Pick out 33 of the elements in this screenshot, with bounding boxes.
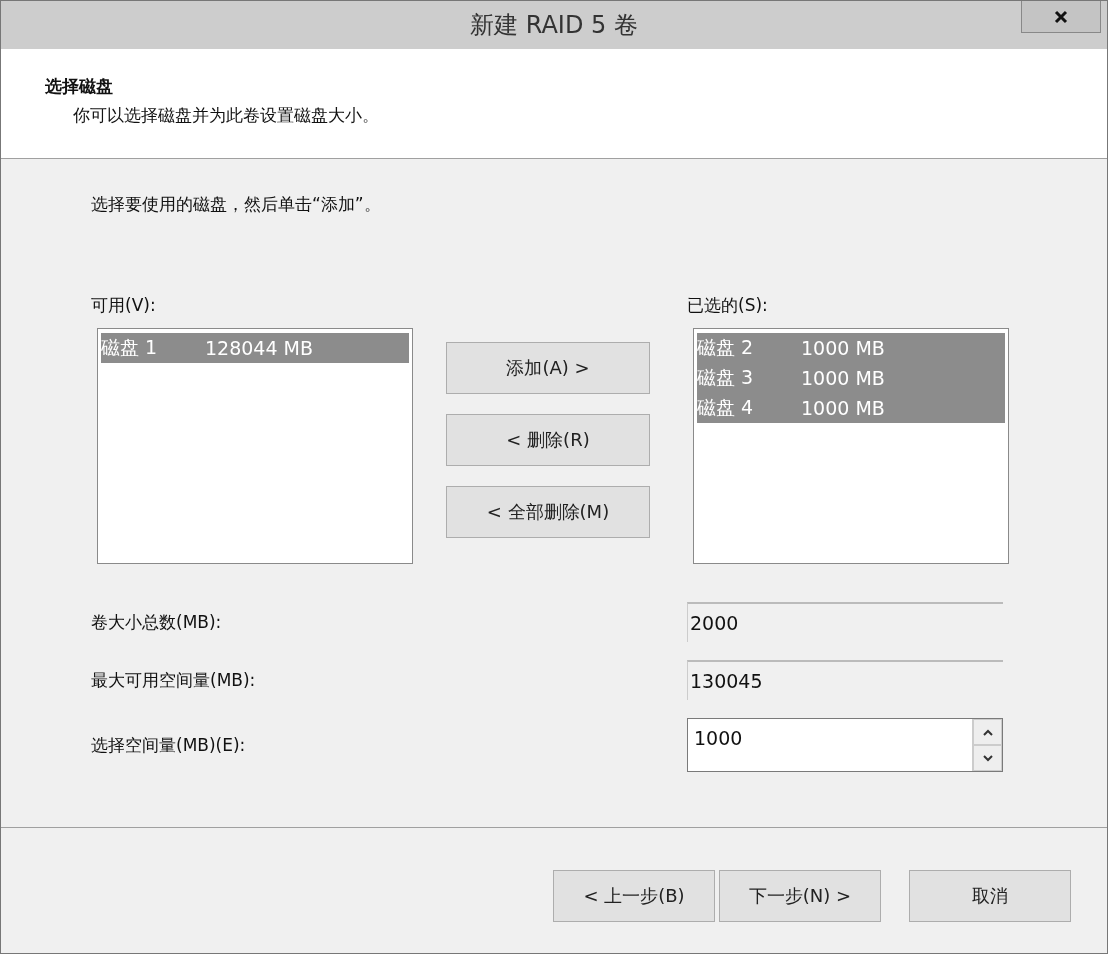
- caret-up-icon: [982, 728, 993, 736]
- field-label: 卷大小总数(MB):: [91, 610, 223, 634]
- close-button[interactable]: [1021, 1, 1101, 33]
- spin-field[interactable]: 1000: [687, 718, 1003, 772]
- disk-size: 1000 MB: [801, 397, 885, 419]
- list-label: 可用(V):: [91, 294, 157, 317]
- action-button[interactable]: 添加(A) >: [446, 342, 650, 394]
- disk-size: 1000 MB: [801, 337, 885, 359]
- window-title: 新建 RAID 5 卷: [470, 10, 638, 41]
- caret-down-icon: [982, 754, 993, 762]
- wizard-button[interactable]: < 上一步(B): [553, 869, 715, 922]
- disk-name: 磁盘 4: [697, 395, 755, 420]
- field-label: 最大可用空间量(MB):: [91, 668, 257, 692]
- list-label: 已选的(S):: [687, 294, 769, 317]
- disk-size: 128044 MB: [205, 337, 313, 359]
- action-button[interactable]: < 删除(R): [446, 414, 650, 466]
- page-heading: 选择磁盘: [45, 75, 114, 98]
- wizard-button[interactable]: 取消: [909, 869, 1071, 922]
- close-icon: [1054, 9, 1068, 24]
- disk-name: 磁盘 2: [697, 335, 755, 360]
- action-button[interactable]: < 全部删除(M): [446, 486, 650, 538]
- disk-name: 磁盘 3: [697, 365, 755, 390]
- spin-up-button[interactable]: [973, 719, 1002, 745]
- wizard-button[interactable]: 下一步(N) >: [719, 869, 881, 922]
- spin-down-button[interactable]: [973, 745, 1002, 771]
- disk-name: 磁盘 1: [101, 335, 159, 360]
- field-label: 选择空间量(MB)(E):: [91, 733, 247, 757]
- readonly-field: 2000: [687, 602, 1003, 642]
- spin-value: 1000: [693, 726, 744, 751]
- disk-size: 1000 MB: [801, 367, 885, 389]
- instruction-text: 选择要使用的磁盘，然后单击“添加”。: [91, 193, 382, 216]
- page-description: 你可以选择磁盘并为此卷设置磁盘大小。: [73, 104, 380, 127]
- readonly-field: 130045: [687, 660, 1003, 700]
